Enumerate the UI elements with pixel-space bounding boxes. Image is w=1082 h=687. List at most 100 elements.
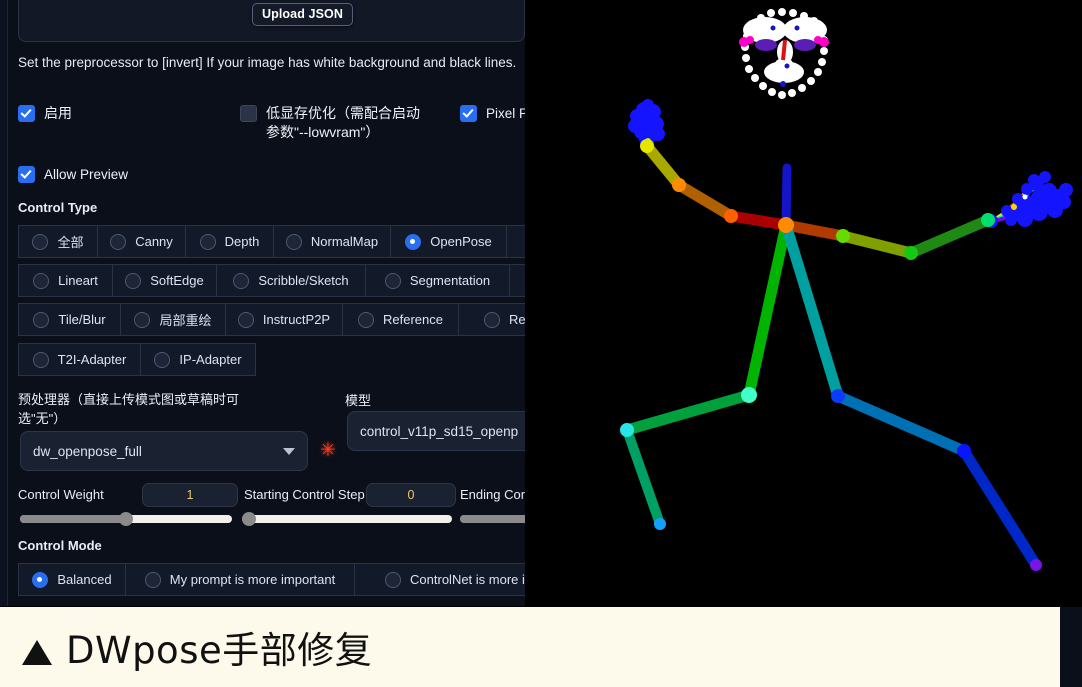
control-weight-slider[interactable] xyxy=(20,512,232,526)
joint-neck xyxy=(778,217,794,233)
control-type-option-label: Lineart xyxy=(58,273,98,288)
radio-dot[interactable] xyxy=(110,233,127,250)
control-mode-label: Control Mode xyxy=(18,538,102,553)
control-type-option-overflow-2[interactable] xyxy=(509,264,525,297)
control-type-option-scribble[interactable]: Scribble/Sketch xyxy=(216,264,366,297)
control-type-option-openpose[interactable]: OpenPose xyxy=(390,225,507,258)
checkbox-allow-preview-box[interactable] xyxy=(18,166,35,183)
preprocessor-select[interactable]: dw_openpose_full xyxy=(20,431,308,471)
checkbox-lowvram-box[interactable] xyxy=(240,105,257,122)
control-type-option-lineart[interactable]: Lineart xyxy=(18,264,113,297)
checkbox-lowvram-label: 低显存优化（需配合启动参数"--lowvram"） xyxy=(266,105,420,140)
control-mode-option-label: Balanced xyxy=(57,572,112,587)
model-value: control_v11p_sd15_openp xyxy=(360,423,519,439)
radio-dot-selected[interactable] xyxy=(405,233,422,250)
control-type-option-canny[interactable]: Canny xyxy=(97,225,186,258)
control-type-option-label: T2I-Adapter xyxy=(57,352,127,367)
control-mode-option-balanced[interactable]: Balanced xyxy=(18,563,126,596)
control-type-option-normalmap[interactable]: NormalMap xyxy=(273,225,391,258)
control-type-option-label: 全部 xyxy=(57,235,84,250)
radio-dot[interactable] xyxy=(32,351,49,368)
preprocessor-hint: Set the preprocessor to [invert] If your… xyxy=(18,55,517,70)
ending-control-step-slider[interactable] xyxy=(460,515,525,523)
radio-dot[interactable] xyxy=(385,571,402,588)
joint-elbow-left xyxy=(904,246,918,260)
checkbox-pixel-perfect[interactable]: Pixel P xyxy=(460,104,525,123)
radio-dot[interactable] xyxy=(483,311,500,328)
radio-dot[interactable] xyxy=(134,311,151,328)
control-type-row-2: Lineart SoftEdge Scribble/Sketch Segment… xyxy=(18,264,525,297)
caption-bar: DWpose手部修复 xyxy=(0,607,1082,687)
checkbox-pixel-perfect-box[interactable] xyxy=(460,105,477,122)
control-type-option-segmentation[interactable]: Segmentation xyxy=(365,264,510,297)
caption-text: DWpose手部修复 xyxy=(22,620,372,674)
control-type-option-label: Reference xyxy=(383,312,443,327)
radio-dot[interactable] xyxy=(384,272,401,289)
slider-knob[interactable] xyxy=(119,512,133,526)
starting-control-step-label: Starting Control Step xyxy=(244,487,365,502)
chevron-down-icon[interactable] xyxy=(283,448,295,455)
radio-dot[interactable] xyxy=(144,571,161,588)
checkbox-allow-preview[interactable]: Allow Preview xyxy=(18,165,128,184)
control-type-option-label: OpenPose xyxy=(430,234,492,249)
radio-dot[interactable] xyxy=(358,311,374,328)
checkbox-enable-box[interactable] xyxy=(18,105,35,122)
control-type-option-depth[interactable]: Depth xyxy=(185,225,274,258)
radio-dot[interactable] xyxy=(32,233,49,250)
control-type-option-recolor[interactable]: Rec xyxy=(458,303,525,336)
joint-ankle-right xyxy=(654,518,666,530)
control-type-row-1: 全部 Canny Depth NormalMap OpenPose xyxy=(18,225,525,258)
control-type-option-softedge[interactable]: SoftEdge xyxy=(112,264,217,297)
control-type-option-label: IP-Adapter xyxy=(179,352,242,367)
control-type-option-label: 局部重绘 xyxy=(159,313,212,328)
checkbox-enable[interactable]: 启用 xyxy=(18,104,72,123)
control-type-option-tileblur[interactable]: Tile/Blur xyxy=(18,303,121,336)
upload-json-button[interactable]: Upload JSON xyxy=(252,3,353,26)
radio-dot[interactable] xyxy=(199,233,216,250)
caption-right-edge xyxy=(1060,607,1082,687)
control-mode-option-controlnet[interactable]: ControlNet is more imp xyxy=(354,563,525,596)
control-type-row-4: T2I-Adapter IP-Adapter xyxy=(18,343,256,376)
control-weight-label: Control Weight xyxy=(18,487,104,502)
ending-control-step-label: Ending Con xyxy=(460,487,525,502)
joint-shoulder-left xyxy=(836,229,850,243)
checkbox-lowvram[interactable]: 低显存优化（需配合启动参数"--lowvram"） xyxy=(240,104,430,142)
checkbox-enable-label: 启用 xyxy=(44,105,72,121)
preprocessor-value: dw_openpose_full xyxy=(33,443,142,459)
joint-shoulder-right xyxy=(724,209,738,223)
checkbox-allow-preview-label: Allow Preview xyxy=(44,167,129,182)
panel-divider xyxy=(7,0,8,606)
control-weight-value[interactable]: 1 xyxy=(142,483,238,507)
radio-dot[interactable] xyxy=(33,311,50,328)
slider-fill xyxy=(460,515,525,523)
radio-dot[interactable] xyxy=(154,351,171,368)
starting-control-step-slider[interactable] xyxy=(242,512,452,526)
control-type-option-all[interactable]: 全部 xyxy=(18,225,98,258)
radio-dot-selected[interactable] xyxy=(32,571,49,588)
control-type-option-label: InstructP2P xyxy=(262,312,331,327)
control-type-option-reference[interactable]: Reference xyxy=(342,303,459,336)
screenshot-root: Upload JSON Set the preprocessor to [inv… xyxy=(0,0,1082,687)
control-type-option-instructp2p[interactable]: InstructP2P xyxy=(225,303,343,336)
skeleton-svg xyxy=(525,0,1082,607)
control-type-option-inpaint[interactable]: 局部重绘 xyxy=(120,303,226,336)
joint-hip-left xyxy=(831,389,845,403)
radio-dot[interactable] xyxy=(233,272,250,289)
control-type-option-ip-adapter[interactable]: IP-Adapter xyxy=(140,343,256,376)
slider-fill xyxy=(20,515,126,523)
control-type-option-t2i-adapter[interactable]: T2I-Adapter xyxy=(18,343,141,376)
spark-icon[interactable]: ✳ xyxy=(320,441,336,460)
radio-dot[interactable] xyxy=(237,311,254,328)
triangle-marker-icon xyxy=(22,640,52,665)
radio-dot[interactable] xyxy=(33,272,50,289)
control-type-option-label: Segmentation xyxy=(409,273,491,288)
control-type-option-overflow[interactable] xyxy=(506,225,525,258)
starting-control-step-value[interactable]: 0 xyxy=(366,483,456,507)
control-mode-option-prompt[interactable]: My prompt is more important xyxy=(125,563,355,596)
radio-dot[interactable] xyxy=(285,233,302,250)
radio-dot[interactable] xyxy=(125,272,142,289)
slider-knob[interactable] xyxy=(242,512,256,526)
joint-ankle-left xyxy=(1030,559,1042,571)
model-select[interactable]: control_v11p_sd15_openp xyxy=(347,411,525,451)
control-mode-option-label: My prompt is more important xyxy=(169,572,336,587)
